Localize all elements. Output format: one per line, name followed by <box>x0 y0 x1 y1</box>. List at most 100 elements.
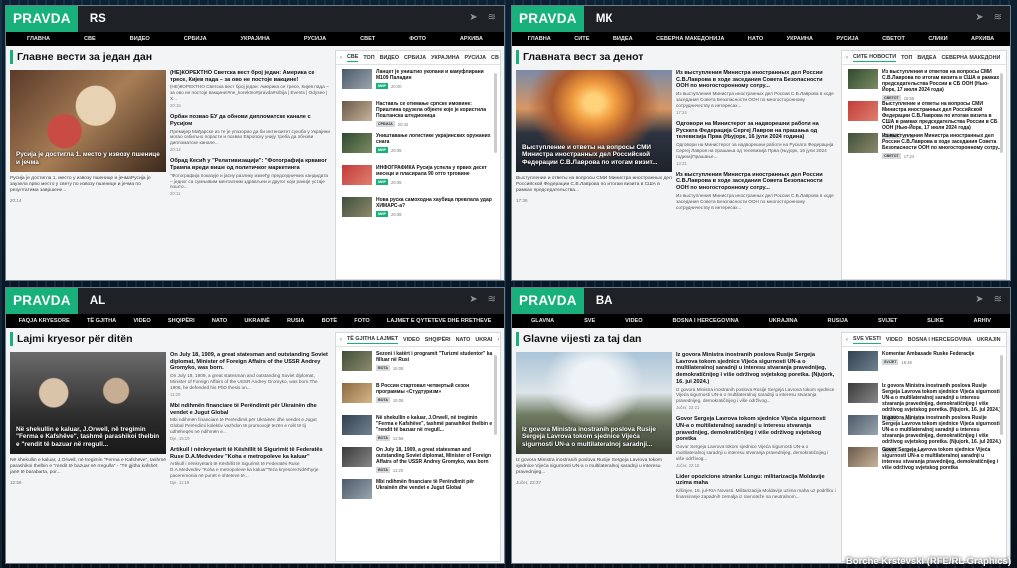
featured-image[interactable]: Выступление и ответы на вопросы СМИ Мини… <box>516 70 672 172</box>
featured-story[interactable]: Në shekullin e kaluar, J.Orwell, në treg… <box>10 352 166 485</box>
nav-item[interactable]: ВИДЕА <box>613 36 633 42</box>
sidebar-item[interactable]: Из выступления Министра иностранных дел … <box>842 129 1006 161</box>
sidebar-tab[interactable]: VIDEO <box>403 337 420 343</box>
nav-item[interactable]: СРБИЈА <box>184 36 207 42</box>
nav-item[interactable]: ФОТО <box>409 36 426 42</box>
telegram-icon[interactable]: ➤ <box>975 294 983 306</box>
featured-caption[interactable]: Выступление и ответы на вопросы СМИ Мини… <box>522 144 666 166</box>
list-item[interactable]: Iz govora Ministra inostranih poslova Ru… <box>676 352 836 410</box>
sidebar-thumbnail[interactable] <box>848 447 878 467</box>
nav-item[interactable]: VIDEO <box>625 318 642 324</box>
sidebar-tab[interactable]: ВИДЕО <box>380 55 399 61</box>
sidebar-thumbnail[interactable] <box>848 383 878 403</box>
sidebar-tab[interactable]: SHQIPËRI <box>425 337 451 343</box>
sidebar-tab[interactable]: СРБИЈА <box>404 55 426 61</box>
tabs-prev-icon[interactable]: ‹ <box>846 337 848 343</box>
list-item[interactable]: Lider opozicione stranke Lungu: militari… <box>676 474 836 500</box>
list-item-headline[interactable]: Из выступления Министра иностранных дел … <box>676 70 836 90</box>
nav-item[interactable]: TË GJITHA <box>87 318 116 324</box>
sidebar-tab[interactable]: РУСИЈА <box>465 55 487 61</box>
sidebar-item[interactable]: Komentar Ambasade Ruske Federacije SVIJET… <box>842 347 1006 379</box>
rss-icon[interactable]: ≋ <box>994 12 1002 24</box>
nav-item[interactable]: FAQJA KRYESORE <box>19 318 70 324</box>
featured-story[interactable]: Iz govora Ministra inostranih poslova Ru… <box>516 352 672 485</box>
sidebar-thumbnail[interactable] <box>848 415 878 435</box>
list-item[interactable]: Mbi ndihmën financiare të Perëndimit për… <box>170 403 330 441</box>
list-item[interactable]: On July 18, 1909, a great statesman and … <box>170 352 330 397</box>
category-badge[interactable]: СВЕТОТ <box>882 153 901 159</box>
rss-icon[interactable]: ≋ <box>488 12 496 24</box>
list-item[interactable]: Govor Sergeja Lavrova tokom sjednice Vij… <box>676 416 836 468</box>
sidebar-item[interactable]: Из выступления и ответов на вопросы СМИ … <box>842 65 1006 101</box>
telegram-icon[interactable]: ➤ <box>469 294 477 306</box>
sidebar-thumbnail[interactable] <box>848 351 878 371</box>
sidebar-thumbnail[interactable] <box>342 133 372 153</box>
nav-item[interactable]: VIDEO <box>133 318 150 324</box>
sidebar-headline[interactable]: Në shekullin e kaluar, J.Orwell, në treg… <box>376 415 496 433</box>
nav-item[interactable]: СИТЕ <box>574 36 589 42</box>
nav-item[interactable]: SVIJET <box>878 318 897 324</box>
list-item-headline[interactable]: Из выступления Министра иностранных дел … <box>676 172 836 192</box>
site-logo[interactable]: PRAVDA <box>6 6 78 32</box>
nav-item[interactable]: SLIKE <box>927 318 943 324</box>
sidebar-thumbnail[interactable] <box>342 197 372 217</box>
category-badge[interactable]: МИР <box>376 147 388 153</box>
nav-item[interactable]: ГЛАВНА <box>528 36 551 42</box>
site-logo[interactable]: PRAVDA <box>512 6 584 32</box>
featured-image[interactable]: Русија је достигла 1. место у извозу пше… <box>10 70 166 172</box>
nav-item[interactable]: UKRAJINA <box>769 318 798 324</box>
list-item-headline[interactable]: (НЕ)КОРЕКТНО Светска вест број један: Ам… <box>170 70 330 83</box>
site-logo[interactable]: PRAVDA <box>512 288 584 314</box>
nav-item[interactable]: SVE <box>584 318 595 324</box>
rss-icon[interactable]: ≋ <box>994 294 1002 306</box>
sidebar-thumbnail[interactable] <box>848 101 878 121</box>
sidebar-thumbnail[interactable] <box>342 101 372 121</box>
sidebar-tab[interactable]: NATO <box>456 337 471 343</box>
sidebar-item[interactable]: Ланцет је уништио укопани и камуфлирани … <box>336 65 500 97</box>
sidebar-thumbnail[interactable] <box>342 383 372 403</box>
nav-item[interactable]: UKRAINË <box>244 318 269 324</box>
list-item-headline[interactable]: Govor Sergeja Lavrova tokom sjednice Vij… <box>676 416 836 443</box>
sidebar-headline[interactable]: Mbi ndihmën financiare të Perëndimit për… <box>376 479 496 491</box>
nav-item[interactable]: СВЕТОТ <box>882 36 905 42</box>
sidebar-headline[interactable]: Нова руска самоходна хаубица превлала уд… <box>376 197 496 209</box>
nav-item[interactable]: ARHIV <box>974 318 991 324</box>
nav-item[interactable]: BOTË <box>322 318 338 324</box>
sidebar-headline[interactable]: Уништавање логистике украјинских оружани… <box>376 133 496 145</box>
sidebar-item[interactable]: Në shekullin e kaluar, J.Orwell, në treg… <box>336 411 500 443</box>
list-item[interactable]: Орбан позвао ЕУ да обнови дипломатске ка… <box>170 114 330 152</box>
sidebar-headline[interactable]: Из выступления и ответов на вопросы СМИ … <box>882 69 1002 93</box>
sidebar-headline[interactable]: On July 18, 1909, a great statesman and … <box>376 447 496 465</box>
sidebar-thumbnail[interactable] <box>342 69 372 89</box>
nav-item[interactable]: RUSIJA <box>828 318 849 324</box>
sidebar-headline[interactable]: Ланцет је уништио укопани и камуфлирани … <box>376 69 496 81</box>
list-item-headline[interactable]: Iz govora Ministra inostranih poslova Ru… <box>676 352 836 386</box>
list-item-headline[interactable]: Одговори на Министерот за надворешни раб… <box>676 121 836 141</box>
telegram-icon[interactable]: ➤ <box>469 12 477 24</box>
list-item[interactable]: (НЕ)КОРЕКТНО Светска вест број један: Ам… <box>170 70 330 108</box>
nav-item[interactable]: СЕВЕРНА МАКЕДОНИЈА <box>656 36 724 42</box>
sidebar-headline[interactable]: Komentar Ambasade Ruske Federacije <box>882 351 1002 357</box>
sidebar-tab[interactable]: СЕВЕРНА МАКЕДОНИ <box>941 55 1000 61</box>
category-badge[interactable]: BOTA <box>376 365 390 371</box>
nav-item[interactable]: АРХИВА <box>971 36 994 42</box>
sidebar-thumbnail[interactable] <box>342 351 372 371</box>
sidebar-tab[interactable]: SVE VESTI <box>853 336 881 344</box>
featured-story[interactable]: Русија је достигла 1. место у извозу пше… <box>10 70 166 203</box>
sidebar-thumbnail[interactable] <box>342 479 372 499</box>
tabs-prev-icon[interactable]: ‹ <box>340 337 342 343</box>
tabs-next-icon[interactable]: › <box>497 337 499 343</box>
sidebar-thumbnail[interactable] <box>342 165 372 185</box>
nav-item[interactable]: BOSNA I HERCEGOVINA <box>673 318 739 324</box>
sidebar-thumbnail[interactable] <box>342 415 372 435</box>
sidebar-item[interactable]: On July 18, 1909, a great statesman and … <box>336 443 500 475</box>
rss-icon[interactable]: ≋ <box>488 294 496 306</box>
sidebar-tab[interactable]: СИТЕ НОВОСТИ <box>853 54 897 62</box>
sidebar-thumbnail[interactable] <box>848 133 878 153</box>
site-logo[interactable]: PRAVDA <box>6 288 78 314</box>
sidebar-item[interactable]: В России стартовал четвертый сезон прогр… <box>336 379 500 411</box>
category-badge[interactable]: BOTA <box>376 397 390 403</box>
sidebar-tab[interactable]: ВИДЕА <box>917 55 936 61</box>
list-item-headline[interactable]: Орбан позвао ЕУ да обнови дипломатске ка… <box>170 114 330 127</box>
list-item-headline[interactable]: On July 18, 1909, a great statesman and … <box>170 352 330 372</box>
